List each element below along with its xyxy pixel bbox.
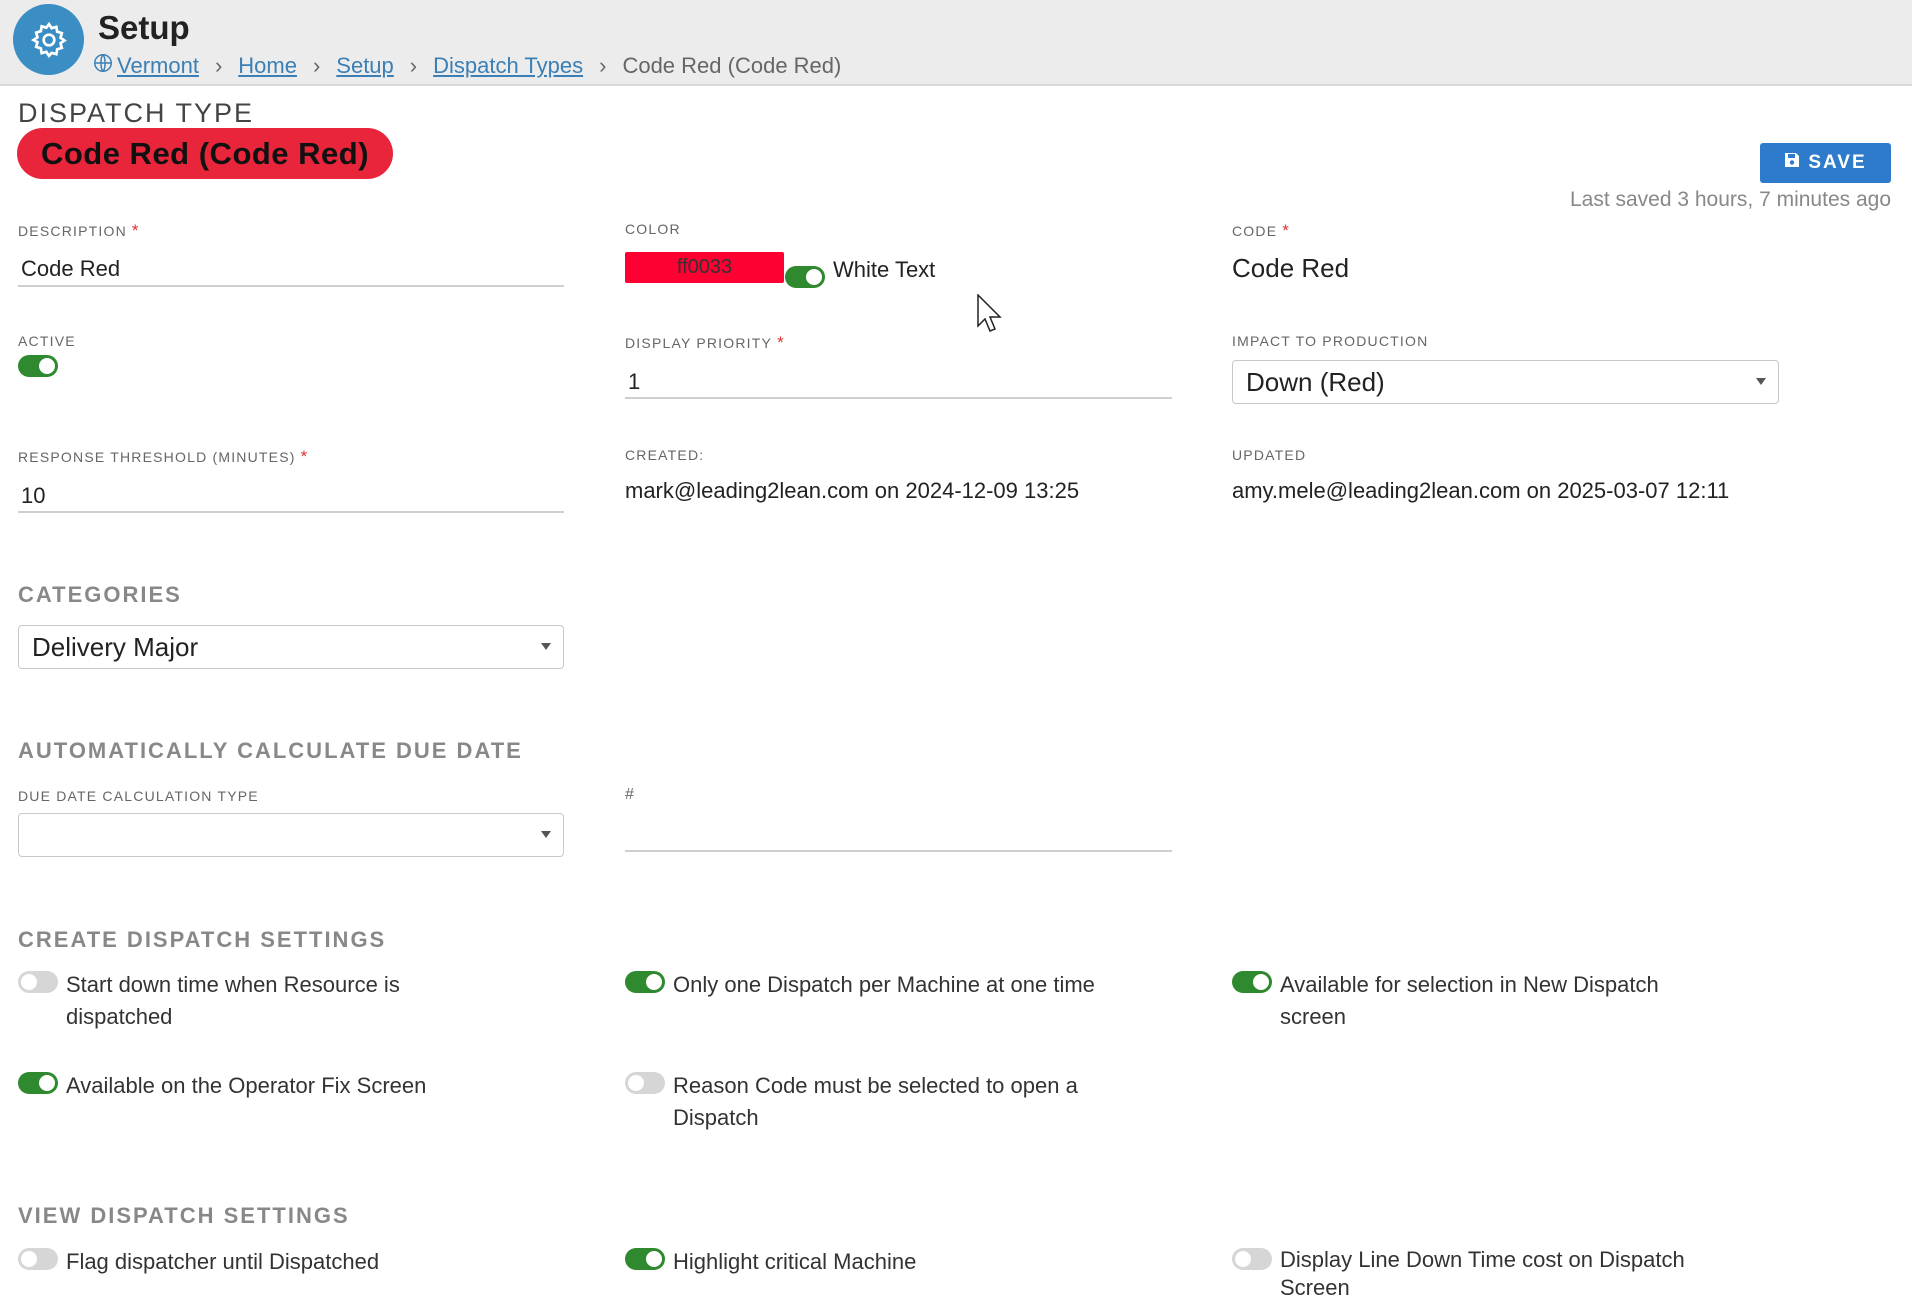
breadcrumb-setup[interactable]: Setup <box>336 53 394 79</box>
active-label: Active <box>18 333 76 349</box>
categories-select[interactable]: Delivery Major <box>18 625 564 669</box>
chevron-down-icon <box>541 831 551 838</box>
response-threshold-field[interactable]: 10 <box>21 483 45 509</box>
chevron-down-icon <box>1756 378 1766 385</box>
code-label: Code * <box>1232 221 1291 240</box>
code-field[interactable]: Code Red <box>1232 253 1349 284</box>
create-settings-heading: Create Dispatch Settings <box>18 927 387 952</box>
dispatch-type-label: DISPATCH TYPE <box>18 98 255 128</box>
created-label: Created: <box>625 447 705 463</box>
line-down-cost-toggle[interactable] <box>1232 1248 1272 1270</box>
due-date-type-label: Due Date Calculation Type <box>18 788 259 804</box>
breadcrumb-current: Code Red (Code Red) <box>622 53 842 78</box>
breadcrumb-separator: › <box>214 53 223 78</box>
response-threshold-underline <box>18 511 564 513</box>
operator-fix-screen-label: Available on the Operator Fix Screen <box>66 1073 427 1098</box>
floppy-disk-icon <box>1784 152 1800 174</box>
line-down-cost-label: Display Line Down Time cost on Dispatch S… <box>1280 1247 1685 1300</box>
active-toggle[interactable] <box>18 355 58 377</box>
mouse-pointer-icon <box>977 293 1003 339</box>
view-settings-heading: View Dispatch Settings <box>18 1203 350 1228</box>
white-text-label: White Text <box>833 257 936 282</box>
one-dispatch-per-machine-toggle[interactable] <box>625 971 665 993</box>
start-downtime-toggle[interactable] <box>18 971 58 993</box>
breadcrumb-separator: › <box>409 53 418 78</box>
impact-select-value: Down (Red) <box>1246 366 1385 397</box>
breadcrumb-vermont[interactable]: Vermont <box>117 53 199 79</box>
breadcrumb-separator: › <box>599 53 607 78</box>
page-title: Setup <box>98 9 190 46</box>
color-field[interactable]: ff0033 <box>625 252 784 283</box>
dispatch-type-pill: Code Red (Code Red) <box>17 128 393 179</box>
available-new-dispatch-toggle[interactable] <box>1232 971 1272 993</box>
description-underline <box>18 285 564 287</box>
display-priority-label: Display Priority * <box>625 333 785 352</box>
created-value: mark@leading2lean.com on 2024-12-09 13:2… <box>625 478 1080 503</box>
due-date-type-select[interactable] <box>18 813 564 857</box>
highlight-critical-machine-label: Highlight critical Machine <box>673 1249 917 1274</box>
breadcrumb-home[interactable]: Home <box>238 53 297 79</box>
response-threshold-label: Response Threshold (minutes) * <box>18 447 309 466</box>
categories-select-value: Delivery Major <box>32 631 199 662</box>
impact-label: Impact to Production <box>1232 333 1429 349</box>
updated-value: amy.mele@leading2lean.com on 2025-03-07 … <box>1232 478 1730 503</box>
display-priority-underline <box>625 397 1172 399</box>
globe-icon <box>92 52 114 80</box>
save-button-label: SAVE <box>1808 152 1867 173</box>
gear-icon[interactable] <box>13 4 84 75</box>
due-date-number-label: # <box>625 786 636 803</box>
save-button[interactable]: SAVE <box>1760 143 1891 183</box>
updated-label: Updated <box>1232 447 1307 463</box>
flag-dispatcher-toggle[interactable] <box>18 1248 58 1270</box>
one-dispatch-per-machine-label: Only one Dispatch per Machine at one tim… <box>673 972 1095 997</box>
chevron-down-icon <box>541 643 551 650</box>
highlight-critical-machine-toggle[interactable] <box>625 1248 665 1270</box>
page-header: Setup Vermont › Home › Setup › Dispatch … <box>0 0 1912 86</box>
color-label: Color <box>625 221 681 237</box>
reason-code-required-toggle[interactable] <box>625 1072 665 1094</box>
breadcrumb-dispatch-types[interactable]: Dispatch Types <box>433 53 583 79</box>
due-date-number-field[interactable] <box>625 850 1172 852</box>
breadcrumb-separator: › <box>312 53 321 78</box>
breadcrumb: Vermont › Home › Setup › Dispatch Types … <box>92 52 841 80</box>
start-downtime-label: Start down time when Resource is dispatch… <box>66 972 400 1029</box>
last-saved-text: Last saved 3 hours, 7 minutes ago <box>1569 188 1891 211</box>
white-text-toggle[interactable] <box>785 266 825 288</box>
impact-select[interactable]: Down (Red) <box>1232 360 1779 404</box>
operator-fix-screen-toggle[interactable] <box>18 1072 58 1094</box>
display-priority-field[interactable]: 1 <box>628 369 640 395</box>
description-field[interactable]: Code Red <box>21 256 120 282</box>
categories-heading: Categories <box>18 582 182 607</box>
reason-code-required-label: Reason Code must be selected to open a Di… <box>673 1073 1078 1130</box>
due-date-heading: Automatically Calculate Due Date <box>18 738 523 763</box>
description-label: Description * <box>18 221 140 240</box>
available-new-dispatch-label: Available for selection in New Dispatch s… <box>1280 972 1659 1029</box>
flag-dispatcher-label: Flag dispatcher until Dispatched <box>66 1249 380 1274</box>
